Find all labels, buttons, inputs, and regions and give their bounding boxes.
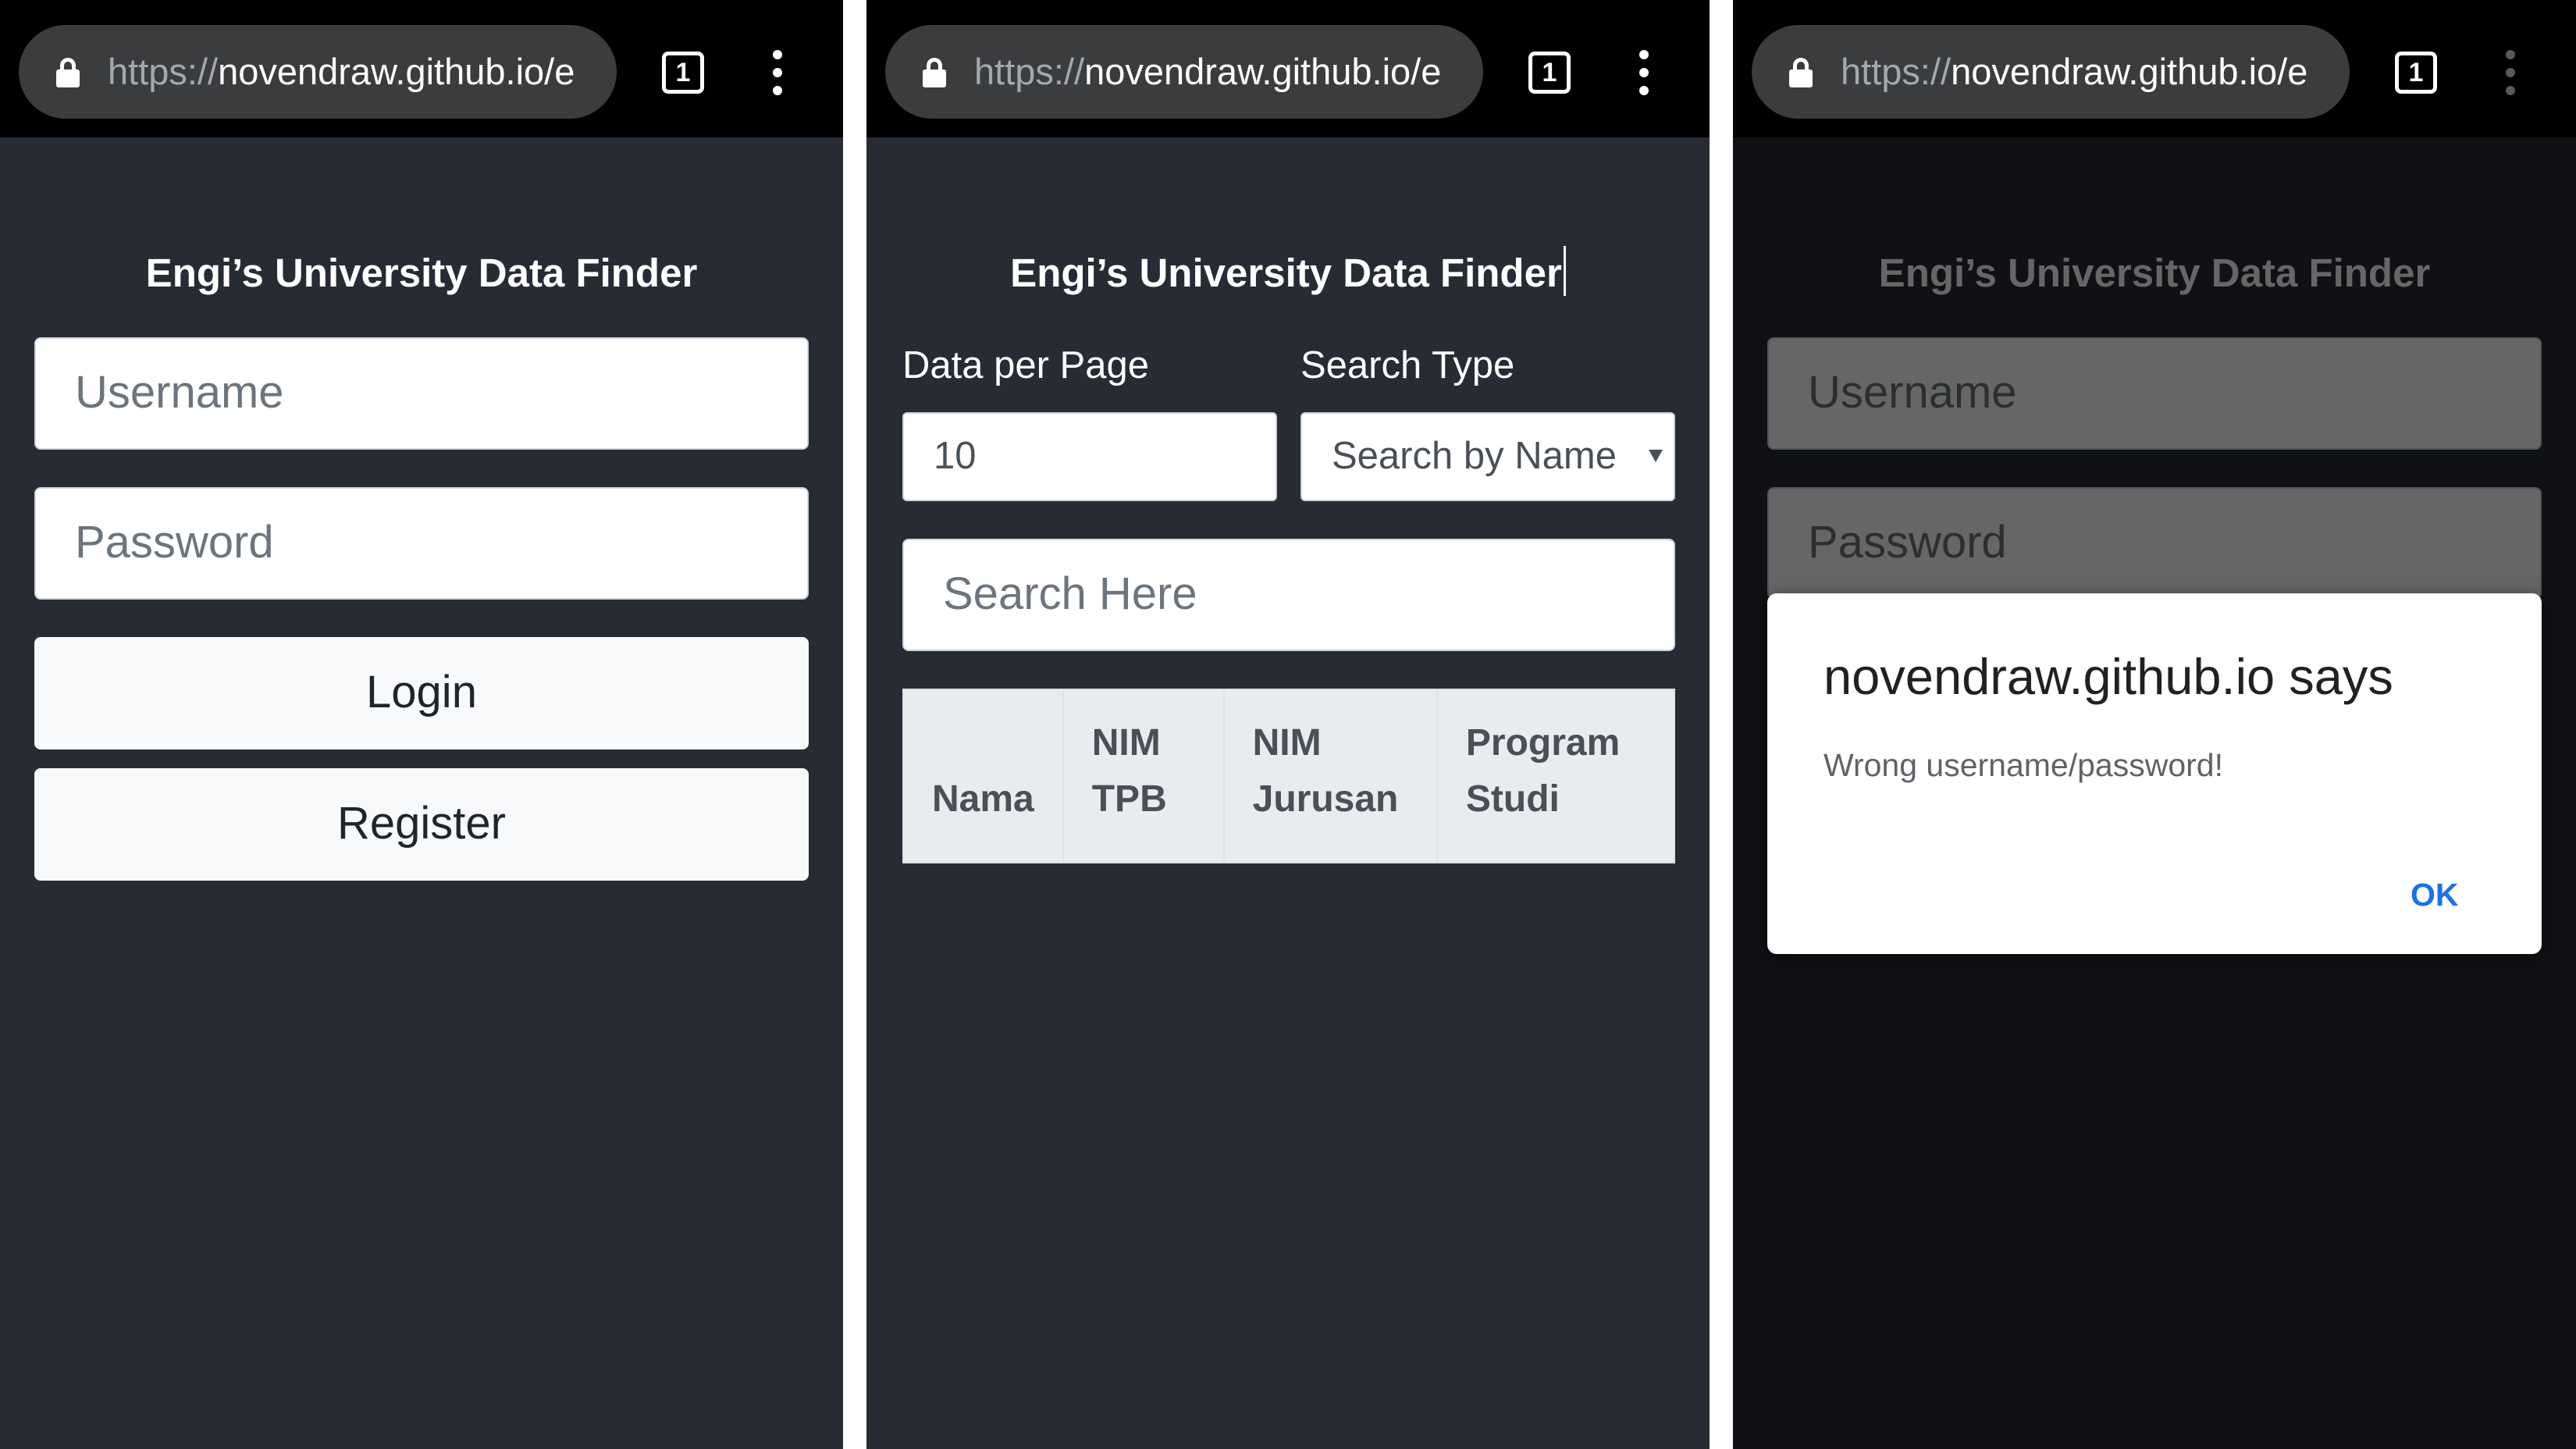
search-type-select[interactable]: Search by Name bbox=[1300, 412, 1675, 501]
password-input[interactable]: Password bbox=[34, 487, 809, 600]
url-text: https://novendraw.github.io/e bbox=[108, 51, 575, 92]
finder-screen: https://novendraw.github.io/e 1 Engi’s U… bbox=[866, 0, 1710, 1449]
browser-toolbar: https://novendraw.github.io/e 1 bbox=[0, 0, 843, 137]
lock-icon bbox=[1789, 58, 1813, 87]
login-button[interactable]: Login bbox=[34, 637, 809, 749]
address-bar[interactable]: https://novendraw.github.io/e bbox=[19, 25, 617, 119]
table-header: Nama NIM TPB NIM Jurusan Program Studi bbox=[902, 689, 1676, 863]
address-bar[interactable]: https://novendraw.github.io/e bbox=[885, 25, 1483, 119]
search-type-value: Search by Name bbox=[1332, 435, 1617, 477]
dialog-message: Wrong username/password! bbox=[1823, 747, 2223, 783]
url-text: https://novendraw.github.io/e bbox=[974, 51, 1442, 92]
results-table: Nama NIM TPB NIM Jurusan Program Studi bbox=[902, 689, 1676, 863]
more-vert-icon[interactable] bbox=[1630, 47, 1658, 98]
search-type-label: Search Type bbox=[1300, 344, 1515, 386]
page-title: Engi’s University Data Finder bbox=[145, 251, 698, 295]
alert-dialog: novendraw.github.io says Wrong username/… bbox=[1767, 593, 2542, 954]
dropdown-arrow-icon bbox=[1649, 450, 1663, 462]
ok-button[interactable]: OK bbox=[2411, 871, 2459, 918]
page-title-text: Engi’s University Data Finder bbox=[1010, 251, 1562, 295]
tab-switcher-icon[interactable]: 1 bbox=[662, 52, 704, 94]
tab-switcher-icon[interactable]: 1 bbox=[1528, 52, 1571, 94]
more-vert-icon bbox=[2496, 47, 2524, 98]
tab-switcher-icon[interactable]: 1 bbox=[2395, 52, 2437, 94]
table-header-row: Nama NIM TPB NIM Jurusan Program Studi bbox=[902, 689, 1676, 863]
column-header-nim-tpb[interactable]: NIM TPB bbox=[1062, 689, 1225, 863]
lock-icon bbox=[923, 58, 946, 87]
login-screen: https://novendraw.github.io/e 1 Engi’s U… bbox=[0, 0, 843, 1449]
search-input[interactable]: Search Here bbox=[902, 539, 1675, 651]
more-vert-icon[interactable] bbox=[763, 47, 792, 98]
login-error-screen: https://novendraw.github.io/e 1 Engi’s U… bbox=[1733, 0, 2576, 1449]
username-input[interactable]: Username bbox=[34, 337, 809, 450]
column-header-program-studi[interactable]: Program Studi bbox=[1436, 689, 1676, 863]
column-header-nim-jurusan[interactable]: NIM Jurusan bbox=[1222, 689, 1438, 863]
dialog-title: novendraw.github.io says bbox=[1823, 648, 2393, 705]
text-cursor bbox=[1563, 246, 1566, 296]
url-text: https://novendraw.github.io/e bbox=[1841, 51, 2308, 92]
lock-icon bbox=[56, 58, 80, 87]
column-header-nama[interactable]: Nama bbox=[902, 689, 1064, 863]
data-per-page-input[interactable]: 10 bbox=[902, 412, 1277, 501]
browser-toolbar: https://novendraw.github.io/e 1 bbox=[1733, 0, 2576, 137]
register-button[interactable]: Register bbox=[34, 768, 809, 881]
address-bar[interactable]: https://novendraw.github.io/e bbox=[1752, 25, 2350, 119]
data-per-page-label: Data per Page bbox=[902, 344, 1149, 386]
browser-toolbar: https://novendraw.github.io/e 1 bbox=[866, 0, 1710, 137]
page-title: Engi’s University Data Finder bbox=[866, 244, 1710, 303]
